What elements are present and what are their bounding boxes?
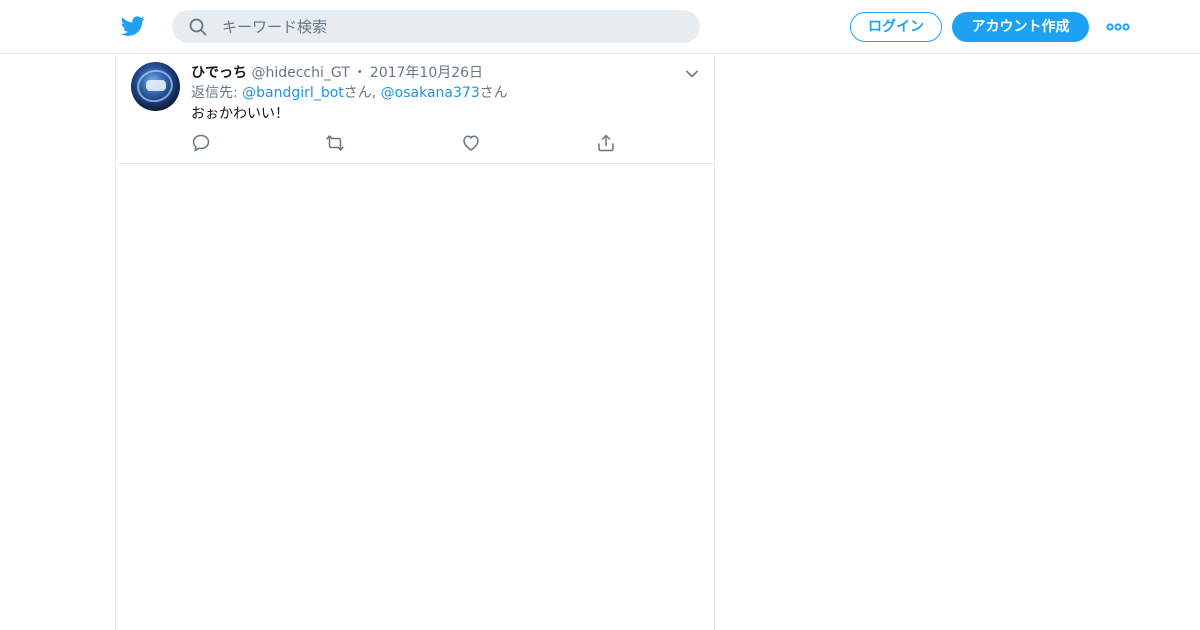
reply-separator: , — [371, 85, 381, 101]
tweet-header: ひでっち @hidecchi_GT ・ 2017年10月26日 — [191, 63, 483, 83]
replying-to: 返信先: @bandgirl_botさん, @osakana373さん — [191, 83, 508, 103]
reply-icon[interactable] — [191, 133, 211, 153]
more-dots-icon[interactable] — [1106, 19, 1130, 33]
reply-mention-link[interactable]: @bandgirl_bot — [242, 85, 344, 101]
search-icon — [189, 18, 207, 36]
retweet-icon[interactable] — [325, 133, 345, 153]
search-bar[interactable] — [172, 10, 700, 43]
header-separator: ・ — [352, 65, 367, 81]
avatar[interactable] — [131, 62, 180, 111]
reply-suffix: さん — [343, 85, 372, 101]
reply-prefix: 返信先: — [191, 85, 243, 101]
signup-button[interactable]: アカウント作成 — [952, 12, 1089, 42]
twitter-bird-icon[interactable] — [120, 14, 146, 38]
timeline-column: ひでっち @hidecchi_GT ・ 2017年10月26日 返信先: @band… — [115, 54, 715, 630]
login-button[interactable]: ログイン — [850, 12, 942, 42]
share-icon[interactable] — [596, 133, 616, 153]
tweet-text: おぉかわいい！ — [191, 106, 289, 122]
like-icon[interactable] — [461, 133, 481, 153]
chevron-down-icon[interactable] — [684, 66, 700, 82]
tweet-timestamp[interactable]: 2017年10月26日 — [370, 65, 483, 81]
reply-suffix: さん — [479, 85, 508, 101]
author-handle[interactable]: @hidecchi_GT — [251, 65, 349, 81]
author-name[interactable]: ひでっち — [191, 65, 247, 81]
tweet[interactable]: ひでっち @hidecchi_GT ・ 2017年10月26日 返信先: @band… — [116, 54, 714, 164]
search-input[interactable] — [222, 10, 682, 43]
top-nav-bar: ログイン アカウント作成 — [0, 0, 1200, 54]
reply-mention-link[interactable]: @osakana373 — [381, 85, 480, 101]
avatar-highlight — [146, 80, 166, 91]
